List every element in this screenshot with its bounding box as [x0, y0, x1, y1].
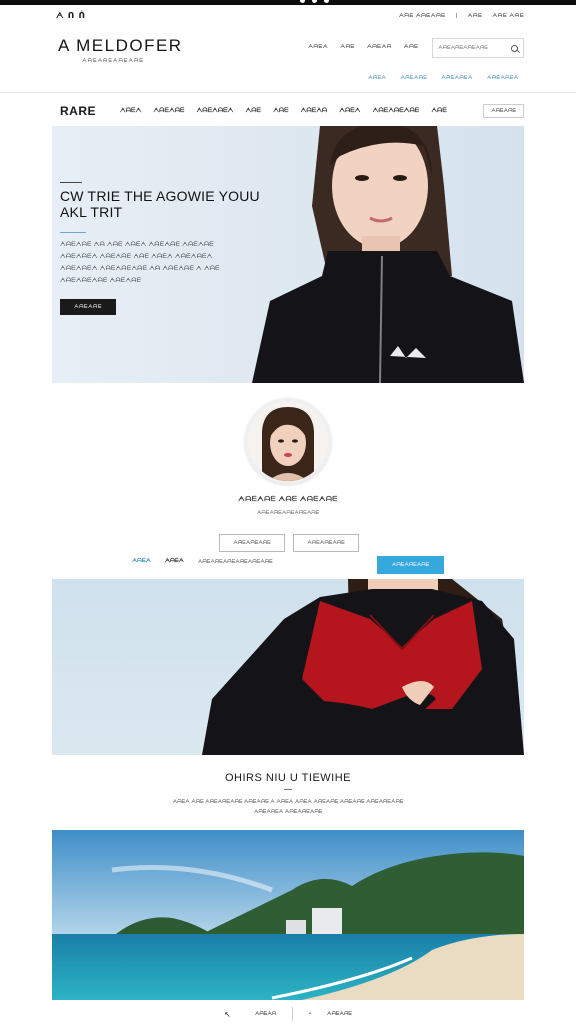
footer-link-right[interactable]: ᗅᗩᗴᗅᗩᗴ: [327, 1011, 352, 1017]
header-nav-item-4[interactable]: ᗅᗩᗴ: [404, 44, 419, 51]
section-title: OHIRS NIU U TIEWIHE: [224, 772, 352, 784]
header-divider: [0, 92, 576, 93]
filter-action-button[interactable]: ᗅᗩᗴᗅᗩᗴᗅᗩᗴ: [377, 556, 444, 574]
main-nav-items: ᗅᗩᗴᗅ ᗅᗩᗴᗅᗩᗴ ᗅᗩᗴᗅᗩᗴᗅ ᗅᗩᗴ ᗅᗩᗴ ᗅᗩᗴᗅᗩ ᗅᗩᗴᗅ ᗅ…: [120, 108, 447, 115]
hero-cta-button[interactable]: ᗅᗩᗴᗅᗩᗴ: [60, 299, 116, 315]
header-nav-item-2[interactable]: ᗅᗩᗴ: [340, 44, 355, 51]
brand-tagline: ᗅᗩᗴᗅᗩᗴᗅᗩᗴᗅᗩᗴ: [82, 58, 144, 64]
profile-button-2[interactable]: ᗅᗩᗴᗅᗩᗴᗅᗩᗴ: [293, 534, 359, 552]
sub-link-4[interactable]: ᗅᗩᗴᗅᗩᗴᗅ: [487, 75, 519, 81]
utility-links: ᗅᗩᗴ ᗅᗩᗴᗅᗩᗴ | ᗅᗩᗴ ᗅᗩᗴ ᗅᗩᗴ: [399, 13, 524, 20]
nav-item-4[interactable]: ᗅᗩᗴ: [246, 108, 262, 115]
sub-links: ᗅᗩᗴᗅ ᗅᗩᗴᗅᗩᗴ ᗅᗩᗴᗅᗩᗴᗅ ᗅᗩᗴᗅᗩᗴᗅ: [368, 75, 519, 81]
search-box: [432, 38, 524, 58]
filter-tab[interactable]: ᗅᗩᗴᗅ: [165, 558, 184, 565]
sub-link-1[interactable]: ᗅᗩᗴᗅ: [368, 75, 386, 81]
beach-scene: [52, 830, 524, 1000]
hero-model-image: [252, 126, 524, 383]
profile-subtitle: ᗅᗩᗴᗅᗩᗴᗅᗩᗴᗅᗩᗴᗅᗩᗴ: [256, 510, 320, 516]
section-rule: [284, 789, 292, 790]
nav-item-8[interactable]: ᗅᗩᗴᗅᗩᗴᗅᗩᗴ: [373, 108, 420, 115]
footer-separator: [292, 1007, 294, 1021]
filter-row: ᗅᗩᗴᗅ ᗅᗩᗴᗅ ᗅᗩᗴᗅᗩᗴᗅᗩᗴᗅᗩᗴᗅᗩᗴᗅᗩᗴ: [132, 558, 273, 565]
footer: ↖ ᗅᗩᗴᗅᗩ • ᗅᗩᗴᗅᗩᗴ: [0, 1004, 576, 1024]
main-nav: RARE ᗅᗩᗴᗅ ᗅᗩᗴᗅᗩᗴ ᗅᗩᗴᗅᗩᗴᗅ ᗅᗩᗴ ᗅᗩᗴ ᗅᗩᗴᗅᗩ ᗅ…: [52, 100, 524, 122]
nav-button[interactable]: ᗅᗩᗴᗅᗩᗴ: [483, 104, 524, 118]
sub-link-3[interactable]: ᗅᗩᗴᗅᗩᗴᗅ: [441, 75, 473, 81]
header-nav-item-1[interactable]: ᗅᗩᗴᗅ: [308, 44, 328, 51]
beach-image: [52, 830, 524, 1000]
nav-item-9[interactable]: ᗅᗩᗴ: [431, 108, 447, 115]
section-description: ᗅᗩᗴᗅ ᗅᗩᗴ ᗅᗩᗴᗅᗩᗴᗅᗩᗴ ᗅᗩᗴᗅᗩᗴ ᗅ ᗅᗩᗴᗅ ᗅᗩᗴᗅ ᗅᗩ…: [172, 799, 404, 815]
utility-bar: ᗅ ᑎ ᑏ ᗅᗩᗴ ᗅᗩᗴᗅᗩᗴ | ᗅᗩᗴ ᗅᗩᗴ ᗅᗩᗴ: [56, 10, 524, 22]
utility-link-2[interactable]: ᗅᗩᗴ: [467, 13, 482, 20]
profile-buttons: ᗅᗩᗴᗅᗩᗴᗅᗩᗴ ᗅᗩᗴᗅᗩᗴᗅᗩᗴ: [219, 534, 359, 552]
sub-link-2[interactable]: ᗅᗩᗴᗅᗩᗴ: [400, 75, 427, 81]
utility-left: ᗅ ᑎ ᑏ: [56, 11, 86, 20]
window-dots: [300, 0, 329, 3]
utility-link-3[interactable]: ᗅᗩᗴ ᗅᗩᗴ: [492, 13, 524, 20]
nav-item-7[interactable]: ᗅᗩᗴᗅ: [339, 108, 360, 115]
utility-separator: |: [455, 12, 458, 19]
search-input[interactable]: [438, 45, 510, 51]
filter-tab-active[interactable]: ᗅᗩᗴᗅ: [132, 558, 151, 565]
hero-title-line-2: AKL TRIT: [60, 204, 123, 220]
filter-description: ᗅᗩᗴᗅᗩᗴᗅᗩᗴᗅᗩᗴᗅᗩᗴᗅᗩᗴ: [197, 558, 273, 565]
footer-bullet-icon: •: [309, 1011, 311, 1017]
profile-button-1[interactable]: ᗅᗩᗴᗅᗩᗴᗅᗩᗴ: [219, 534, 285, 552]
top-strip: [0, 0, 576, 5]
nav-item-2[interactable]: ᗅᗩᗴᗅᗩᗴ: [153, 108, 184, 115]
nav-logo[interactable]: RARE: [60, 104, 96, 118]
nav-item-1[interactable]: ᗅᗩᗴᗅ: [120, 108, 141, 115]
hero-banner: CW TRIE THE AGOWIE YOUU AKL TRIT ᗅᗩᗴᗅᗩᗴ …: [52, 126, 524, 383]
profile-avatar[interactable]: [245, 398, 331, 484]
utility-link-1[interactable]: ᗅᗩᗴ ᗅᗩᗴᗅᗩᗴ: [399, 13, 446, 20]
avatar-image: [248, 401, 328, 481]
profile-name: ᗅᗩᗴᗅᗩᗴ ᗅᗩᗴ ᗅᗩᗴᗅᗩᗴ: [238, 496, 338, 503]
banner-model-image: [202, 579, 524, 755]
nav-item-6[interactable]: ᗅᗩᗴᗅᗩ: [301, 108, 328, 115]
header-nav-item-3[interactable]: ᗅᗩᗴᗅᗩ: [367, 44, 392, 51]
nav-item-5[interactable]: ᗅᗩᗴ: [273, 108, 289, 115]
brand-logo[interactable]: A MELDOFER: [58, 36, 183, 56]
hero-rule: [60, 182, 82, 183]
footer-link-left[interactable]: ᗅᗩᗴᗅᗩ: [255, 1011, 276, 1017]
arrow-left-icon[interactable]: ↖: [224, 1010, 231, 1019]
hero-accent-rule: [60, 232, 86, 233]
header-nav: ᗅᗩᗴᗅ ᗅᗩᗴ ᗅᗩᗴᗅᗩ ᗅᗩᗴ: [308, 44, 418, 51]
nav-item-3[interactable]: ᗅᗩᗴᗅᗩᗴᗅ: [197, 108, 234, 115]
secondary-banner: [52, 579, 524, 755]
search-icon[interactable]: [511, 44, 518, 52]
